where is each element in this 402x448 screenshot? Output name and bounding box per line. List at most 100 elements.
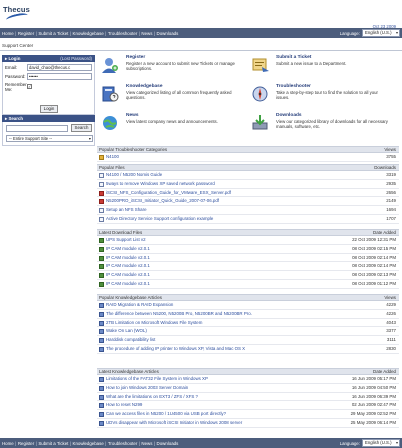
email-field[interactable]: david_chao@thecus.c [27,64,92,71]
list-item-link[interactable]: Limitations of the FAT32 File System in … [106,375,208,383]
login-button[interactable]: Login [40,105,58,113]
list-item[interactable]: IP CAM module v2.0.1 08 Oct 2009 02:13 PM [97,271,399,280]
list-item-value: 1694 [386,207,396,213]
list-item[interactable]: IP CAM module v2.0.1 08 Oct 2009 02:15 PM [97,245,399,254]
search-header-label: Search [8,116,24,121]
nav-separator: | [153,30,156,36]
remember-me-checkbox[interactable]: ✓ [27,84,32,89]
section-header: Latest Download Files Date Added [97,229,399,236]
list-item-link[interactable]: How to join Windows 2003 Server Domain [106,384,188,392]
article-icon [99,329,104,335]
list-item[interactable]: Harddisk compatibility list 3111 [97,336,399,345]
password-field[interactable]: •••••• [27,73,92,80]
list-item[interactable]: UDVs disappear with Microsoft iSCSI Init… [97,419,399,428]
register-icon [102,58,118,73]
list-item[interactable]: 5ways to remove Windows XP saved network… [97,180,399,189]
list-item-link[interactable]: The difference between N5200, N5200B Pro… [106,310,252,318]
list-item[interactable]: RAID Migration & RAID Expansion 4229 [97,301,399,310]
login-header: ▸ Login (Lost Password) [2,55,95,62]
list-item[interactable]: Can we access files in N5200 / 1U4500 vi… [97,410,399,419]
news-icon [103,116,117,130]
language-picker: Language: English (U.S.) ▾ [340,439,400,447]
nav-troubleshooter[interactable]: Troubleshooter [108,31,137,36]
nav-home[interactable]: Home [2,441,14,446]
list-item[interactable]: How to join Windows 2003 Server Domain 16… [97,384,399,393]
nav-troubleshooter[interactable]: Troubleshooter [108,441,137,446]
lost-password-link[interactable]: (Lost Password) [60,55,92,62]
list-item-link[interactable]: 2TB Limitation on Microsoft Windows File… [106,319,202,327]
list-item-link[interactable]: The procedure of adding IP printer to Wi… [106,345,245,353]
list-item[interactable]: How to reset N299 02 Jun 2009 02:47 PM [97,401,399,411]
list-item[interactable]: IP CAM module v2.0.1 08 Oct 2009 02:14 PM [97,254,399,263]
search-scope-select[interactable]: -- Entire Support Site -- ▾ [6,135,93,142]
nav-home[interactable]: Home [2,31,14,36]
list-item-link[interactable]: IP CAM module v2.0.1 [106,271,150,279]
nav-knowledgebase[interactable]: Knowledgebase [73,31,104,36]
nav-register[interactable]: Register [18,31,34,36]
list-item-link[interactable]: What are the limitations on EXT3 / ZFS /… [106,393,198,401]
list-item-link[interactable]: UPS Support List v2 [106,236,146,244]
search-input[interactable] [6,125,68,132]
list-item-link[interactable]: IP CAM module v2.0.1 [106,245,150,253]
list-item-link[interactable]: 5ways to remove Windows XP saved network… [106,180,215,188]
list-item-link[interactable]: N4100 [106,153,119,161]
article-icon [99,420,104,426]
nav-knowledgebase[interactable]: Knowledgebase [73,441,104,446]
search-button[interactable]: Search [71,124,92,132]
list-item[interactable]: The difference between N5200, N5200B Pro… [97,310,399,319]
list-item[interactable]: IP CAM module v2.0.1 08 Oct 2009 02:14 PM [97,262,399,272]
list-item[interactable]: Setup an NFS Share 1694 [97,206,399,215]
nav-downloads[interactable]: Downloads [157,31,179,36]
list-item[interactable]: What are the limitations on EXT3 / ZFS /… [97,393,399,402]
language-select[interactable]: English (U.S.) ▾ [362,439,400,447]
nav-downloads[interactable]: Downloads [157,441,179,446]
nav-news[interactable]: News [141,31,152,36]
list-item[interactable]: iSCSI_NFS_Configuration_Guide_for_VMware… [97,189,399,198]
list-item-link[interactable]: Active Directory Service Support configu… [106,215,213,223]
section-header: Latest Knowledgebase Articles Date Added [97,368,399,375]
list-item-value: 2935 [386,180,396,186]
list-item-link[interactable]: iSCSI_NFS_Configuration_Guide_for_VMware… [106,189,231,197]
list-item[interactable]: UPS Support List v2 22 Oct 2009 12:31 PM [97,236,399,245]
search-form: Search -- Entire Support Site -- ▾ [2,122,95,146]
nav-submit-ticket[interactable]: Submit a Ticket [38,31,68,36]
list-item-link[interactable]: Can we access files in N5200 / 1U4500 vi… [106,410,226,418]
list-item[interactable]: Wake On Lan (WOL) 3377 [97,327,399,337]
nav-register[interactable]: Register [18,441,34,446]
list-item-value: 3755 [386,154,396,159]
nav-news[interactable]: News [141,441,152,446]
troubleshooter-icon [252,86,268,102]
list-item-link[interactable]: UDVs disappear with Microsoft iSCSI Init… [106,419,242,427]
list-item[interactable]: 2TB Limitation on Microsoft Windows File… [97,319,399,328]
list-item-link[interactable]: IP CAM module v2.0.1 [106,262,150,270]
list-item[interactable]: Active Directory Service Support configu… [97,215,399,224]
language-value: English (U.S.) [365,440,392,445]
list-item[interactable]: N4100 / N5200 Nomis Guide 3319 [97,171,399,180]
list-item[interactable]: N4100 3755 [97,153,399,162]
list-item[interactable]: The procedure of adding IP printer to Wi… [97,345,399,354]
list-item-value: 2656 [386,189,396,195]
thecus-logo[interactable]: Thecus [3,5,31,24]
language-select[interactable]: English (U.S.) ▾ [362,29,400,37]
list-item[interactable]: N5200PRO_iSCSI_Initiator_Quick_Guide_200… [97,197,399,207]
list-item-link[interactable]: How to reset N299 [106,401,142,409]
section-title: Latest Download Files [99,230,143,235]
list-item-value: 16 Jun 2009 04:50 PM [351,384,396,390]
list-item-link[interactable]: Wake On Lan (WOL) [106,327,147,335]
tile-title: News [126,113,139,118]
tile-description: View categorized listing of all common f… [126,90,232,101]
nav-submit-ticket[interactable]: Submit a Ticket [38,441,68,446]
list-item-link[interactable]: IP CAM module v2.0.1 [106,254,150,262]
pdf-icon [99,190,104,196]
list-item-link[interactable]: Setup an NFS Share [106,206,147,214]
list-item-link[interactable]: Harddisk compatibility list [106,336,155,344]
list-item-link[interactable]: RAID Migration & RAID Expansion [106,301,173,309]
top-nav: Home | Register | Submit a Ticket | Knowledgeb… [0,28,402,38]
list-item-link[interactable]: N4100 / N5200 Nomis Guide [106,171,162,179]
ticket-icon [252,58,269,72]
list-item[interactable]: IP CAM module v2.0.1 08 Oct 2009 01:12 PM [97,280,399,289]
list-item-value: 08 Oct 2009 01:12 PM [352,280,396,286]
list-item[interactable]: Limitations of the FAT32 File System in … [97,375,399,384]
list-item-link[interactable]: IP CAM module v2.0.1 [106,280,150,288]
list-item-link[interactable]: N5200PRO_iSCSI_Initiator_Quick_Guide_200… [106,197,219,205]
